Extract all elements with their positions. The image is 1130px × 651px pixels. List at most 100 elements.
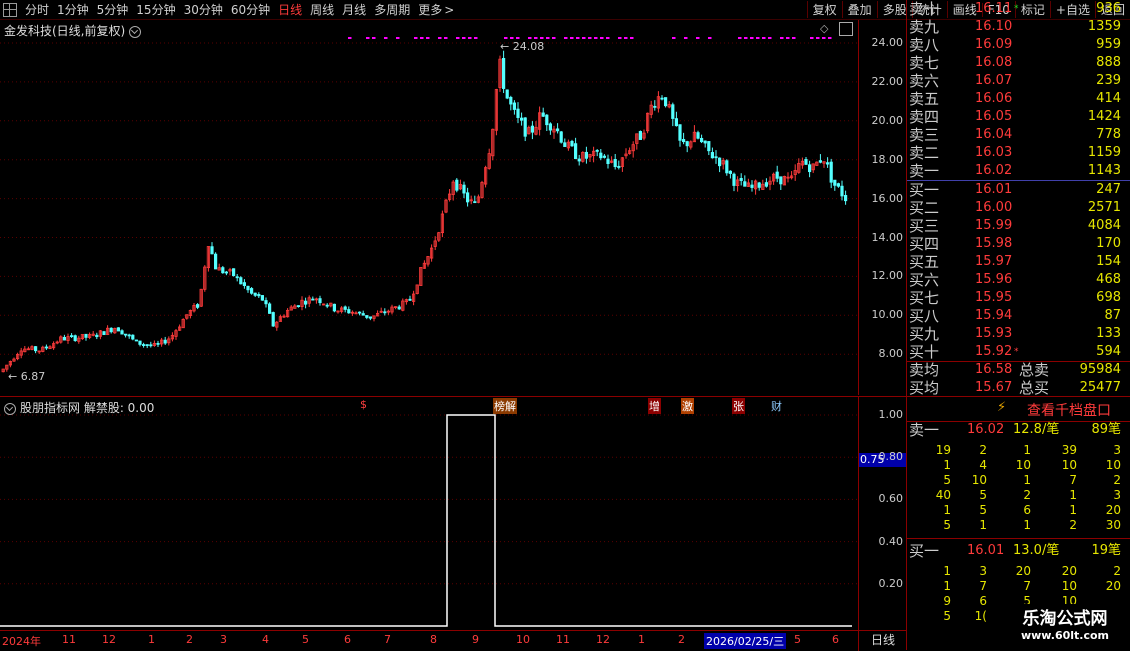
candle bbox=[516, 102, 520, 124]
queue-price: 16.02 bbox=[967, 422, 1005, 437]
order-level[interactable]: 买九 15.93 133 bbox=[907, 325, 1130, 343]
order-level[interactable]: 卖五 16.06 414 bbox=[907, 90, 1130, 108]
candle bbox=[775, 165, 779, 183]
qianjia-button[interactable]: 查看千档盘口 bbox=[1027, 400, 1111, 420]
candle bbox=[296, 305, 301, 308]
order-level[interactable]: 卖一 16.02 1143 bbox=[907, 162, 1130, 180]
candle bbox=[26, 346, 31, 351]
tab-10[interactable]: 更多 > bbox=[414, 1, 458, 18]
candle bbox=[167, 336, 171, 346]
candle bbox=[505, 89, 509, 100]
candle bbox=[408, 295, 412, 301]
period-tabs: 分时 1分钟 5分钟 15分钟 30分钟 60分钟 日线 周线 月线 多周期 更多 > bbox=[0, 0, 458, 19]
order-level[interactable]: 卖七 16.08 888 bbox=[907, 54, 1130, 72]
order-level[interactable]: 卖二 16.03 1159 bbox=[907, 144, 1130, 162]
candle bbox=[498, 55, 502, 92]
candle bbox=[235, 274, 239, 282]
chevron-down-icon[interactable] bbox=[4, 402, 16, 415]
candle bbox=[754, 179, 758, 195]
tab-6[interactable]: 日线 bbox=[274, 1, 306, 18]
toolbar-button-0[interactable]: 复权 bbox=[806, 1, 842, 18]
candle bbox=[325, 303, 329, 309]
level-volume: 247 bbox=[1096, 182, 1121, 197]
toolbar-button-1[interactable]: 叠加 bbox=[841, 1, 877, 18]
level-name: 卖七 bbox=[909, 54, 940, 72]
chevron-down-icon[interactable] bbox=[129, 25, 142, 38]
tab-4[interactable]: 30分钟 bbox=[180, 1, 227, 18]
candle bbox=[649, 100, 653, 119]
level-name: 卖二 bbox=[909, 144, 940, 162]
candle bbox=[397, 304, 401, 310]
order-level[interactable]: 卖四 16.05 1424 bbox=[907, 108, 1130, 126]
candle bbox=[674, 111, 679, 127]
signal-dash bbox=[780, 37, 784, 39]
chevron-right-icon: > bbox=[444, 3, 455, 17]
main-kline-chart[interactable]: 金发科技(日线,前复权) ◇ ← 24.08 ← 6.87 $ 榜解增激张财 bbox=[0, 20, 858, 414]
candle bbox=[113, 327, 117, 334]
order-level[interactable]: 卖八 16.09 959 bbox=[907, 36, 1130, 54]
order-level[interactable]: 买六 15.96 468 bbox=[907, 271, 1130, 289]
candle bbox=[134, 339, 138, 342]
candle bbox=[239, 276, 243, 285]
tab-2[interactable]: 5分钟 bbox=[93, 1, 133, 18]
candle bbox=[444, 198, 448, 214]
candle bbox=[584, 146, 589, 164]
tab-0[interactable]: 分时 bbox=[21, 1, 53, 18]
order-level[interactable]: 买七 15.95 698 bbox=[907, 289, 1130, 307]
order-level[interactable]: 买一 16.01 247 bbox=[907, 181, 1130, 199]
candle bbox=[260, 295, 265, 301]
high-price-label: ← 24.08 bbox=[500, 40, 545, 53]
low-price-label: ← 6.87 bbox=[8, 370, 46, 383]
signal-dash bbox=[462, 37, 466, 39]
tab-7[interactable]: 周线 bbox=[306, 1, 338, 18]
level-name: 卖一 bbox=[909, 162, 940, 180]
order-level[interactable]: 买三 15.99 4084 bbox=[907, 217, 1130, 235]
indicator-panel[interactable]: 股朋指标网 解禁股: 0.00 bbox=[0, 396, 858, 631]
order-level[interactable]: 买二 16.00 2571 bbox=[907, 199, 1130, 217]
candle bbox=[581, 151, 585, 163]
candle bbox=[55, 340, 59, 345]
diamond-icon[interactable]: ◇ bbox=[820, 22, 828, 35]
tab-5[interactable]: 60分钟 bbox=[227, 1, 274, 18]
signal-dash bbox=[528, 37, 532, 39]
watermark-title: 乐淘公式网 bbox=[1022, 609, 1108, 629]
total-label: 总卖 bbox=[1019, 361, 1050, 379]
tab-8[interactable]: 月线 bbox=[338, 1, 370, 18]
date-label: 8 bbox=[430, 633, 437, 646]
window-toggle-icon[interactable] bbox=[839, 22, 853, 36]
price-tick: 8.00 bbox=[878, 347, 904, 361]
queue-cell: 1 bbox=[1023, 518, 1031, 532]
candle bbox=[185, 314, 189, 320]
tab-9[interactable]: 多周期 bbox=[370, 1, 414, 18]
order-level[interactable]: 买八 15.94 87 bbox=[907, 307, 1130, 325]
candle bbox=[84, 333, 88, 341]
order-level[interactable]: 卖十 16.11 * 936 bbox=[907, 0, 1130, 18]
low-value: 6.87 bbox=[20, 370, 46, 383]
period-label[interactable]: 日线 bbox=[858, 630, 907, 651]
order-level[interactable]: 买十 15.92 * 594 bbox=[907, 343, 1130, 361]
indicator-tick: 1.00 bbox=[878, 408, 904, 421]
order-level[interactable]: 买四 15.98 170 bbox=[907, 235, 1130, 253]
tab-1[interactable]: 1分钟 bbox=[53, 1, 93, 18]
candle bbox=[329, 302, 333, 308]
level-name: 卖六 bbox=[909, 72, 940, 90]
candle bbox=[275, 320, 279, 331]
grid-menu-icon[interactable] bbox=[3, 2, 17, 17]
date-label: 6 bbox=[344, 633, 351, 646]
order-level[interactable]: 卖六 16.07 239 bbox=[907, 72, 1130, 90]
date-label: 2 bbox=[678, 633, 685, 646]
candle bbox=[289, 305, 293, 311]
candle bbox=[217, 263, 221, 271]
candle bbox=[91, 331, 95, 337]
order-level[interactable]: 买五 15.97 154 bbox=[907, 253, 1130, 271]
order-level[interactable]: 卖三 16.04 778 bbox=[907, 126, 1130, 144]
candle bbox=[455, 178, 459, 193]
order-level[interactable]: 卖九 16.10 1359 bbox=[907, 18, 1130, 36]
date-axis: 2024年 11 12 1 2 3 4 5 6 7 8 9 10 11 12 1 2 2026/02/25/三 5 6 bbox=[0, 630, 858, 651]
candle bbox=[808, 160, 812, 178]
date-label: 3 bbox=[220, 633, 227, 646]
tab-3[interactable]: 15分钟 bbox=[132, 1, 179, 18]
level-name: 买二 bbox=[909, 199, 940, 217]
level-price: 16.03 bbox=[975, 145, 1013, 160]
candle bbox=[365, 315, 369, 320]
